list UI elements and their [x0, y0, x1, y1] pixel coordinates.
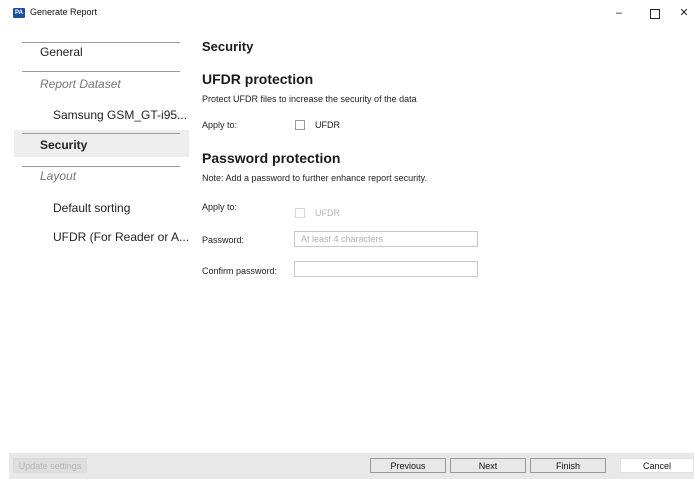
- ufdr-apply-label: Apply to:: [202, 120, 238, 130]
- sidebar-item-security[interactable]: Security: [40, 138, 87, 152]
- sidebar-section-report-dataset: Report Dataset: [40, 77, 121, 91]
- minimize-button[interactable]: –: [611, 6, 627, 20]
- confirm-password-field[interactable]: [294, 261, 478, 277]
- close-button[interactable]: ✕: [676, 6, 692, 20]
- password-protection-heading: Password protection: [202, 150, 341, 166]
- previous-button[interactable]: Previous: [370, 458, 446, 473]
- ufdr-protection-checkbox-label[interactable]: UFDR: [315, 120, 340, 130]
- sidebar-item-dataset-samsung[interactable]: Samsung GSM_GT-i95...: [53, 108, 187, 122]
- ufdr-protection-description: Protect UFDR files to increase the secur…: [202, 94, 417, 104]
- password-ufdr-checkbox[interactable]: [295, 208, 305, 218]
- sidebar-separator: [22, 166, 180, 167]
- sidebar-separator: [22, 133, 180, 134]
- update-settings-button[interactable]: Update settings: [13, 458, 87, 473]
- ufdr-protection-heading: UFDR protection: [202, 71, 314, 87]
- finish-button[interactable]: Finish: [530, 458, 606, 473]
- maximize-button[interactable]: [647, 6, 663, 20]
- sidebar-section-layout: Layout: [40, 169, 77, 183]
- window-title: Generate Report: [30, 7, 98, 17]
- password-protection-note: Note: Add a password to further enhance …: [202, 173, 427, 183]
- sidebar-separator: [22, 71, 180, 72]
- password-label: Password:: [202, 235, 245, 245]
- sidebar-item-general[interactable]: General: [40, 45, 83, 59]
- confirm-password-label: Confirm password:: [202, 266, 278, 276]
- title-bar: PA Generate Report – ✕: [0, 0, 694, 28]
- password-field[interactable]: [294, 231, 478, 247]
- sidebar-item-default-sorting[interactable]: Default sorting: [53, 201, 130, 215]
- app-icon: PA: [13, 8, 25, 18]
- password-apply-label: Apply to:: [202, 202, 238, 212]
- page-title: Security: [202, 39, 254, 54]
- next-button[interactable]: Next: [450, 458, 526, 473]
- maximize-icon: [650, 9, 660, 19]
- cancel-button[interactable]: Cancel: [620, 458, 694, 473]
- sidebar-separator: [22, 42, 180, 43]
- ufdr-protection-checkbox[interactable]: [295, 120, 305, 130]
- sidebar-item-ufdr[interactable]: UFDR (For Reader or A...: [53, 230, 189, 244]
- password-ufdr-checkbox-label[interactable]: UFDR: [315, 208, 340, 218]
